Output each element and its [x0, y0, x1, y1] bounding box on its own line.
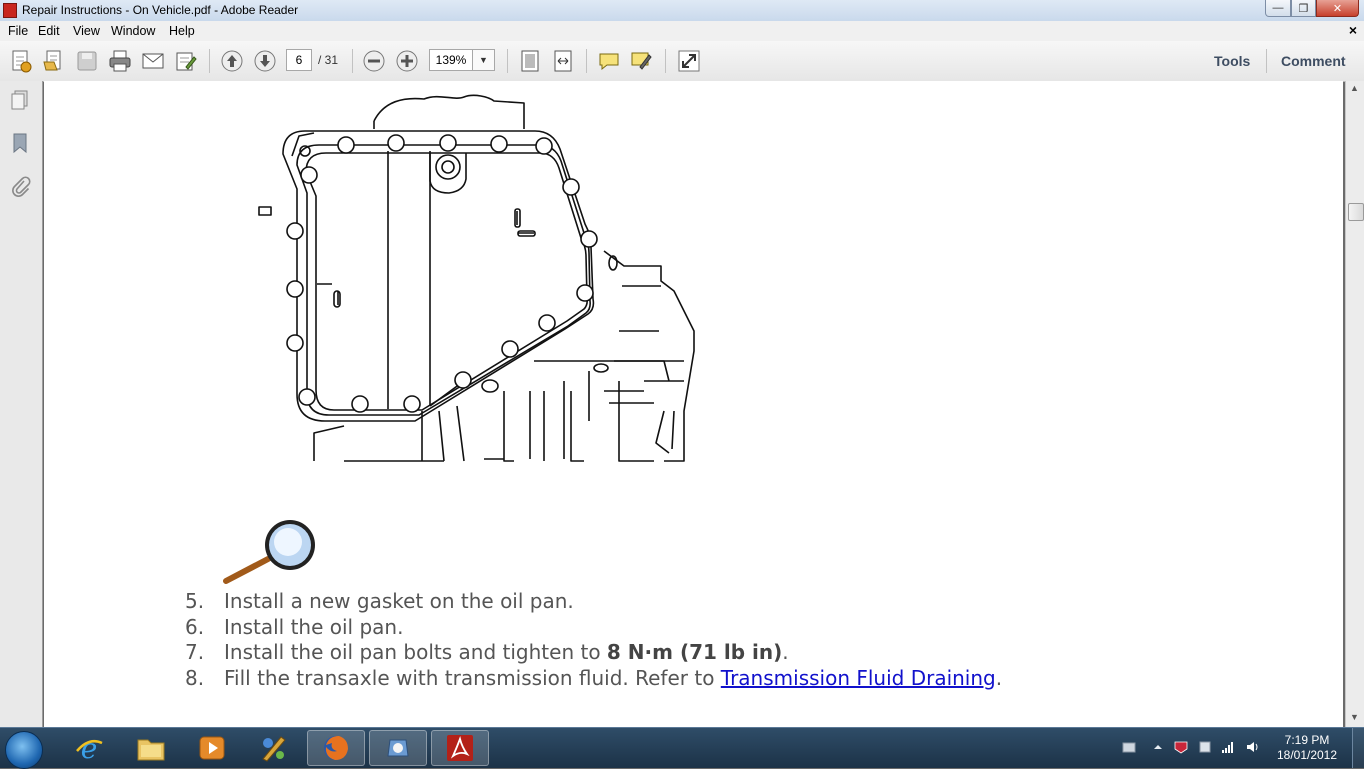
title-bar: Repair Instructions - On Vehicle.pdf - A…: [0, 0, 1364, 22]
minimize-button[interactable]: —: [1265, 0, 1291, 17]
toolbar: 6 / 31 139% ▼ Tools Comment: [0, 41, 1364, 82]
adobe-reader-app-icon: [3, 3, 17, 18]
svg-text:e: e: [81, 733, 98, 763]
previous-page-icon[interactable]: [220, 49, 244, 73]
pages-icon[interactable]: [9, 89, 31, 111]
toolbar-separator: [507, 49, 508, 73]
page-total: / 31: [318, 53, 339, 67]
print-icon[interactable]: [108, 49, 132, 73]
fit-page-icon[interactable]: [518, 49, 542, 73]
close-document-button[interactable]: ×: [1349, 22, 1357, 38]
adobe-reader-icon[interactable]: [431, 730, 489, 766]
create-pdf-icon[interactable]: [9, 49, 33, 73]
taskbar: e 7:19 PM 18/01/2012: [0, 727, 1364, 769]
open-icon[interactable]: [42, 49, 66, 73]
sign-icon[interactable]: [174, 49, 198, 73]
menu-edit[interactable]: Edit: [38, 24, 60, 38]
full-screen-icon[interactable]: [677, 49, 701, 73]
instruction-steps: 5. Install a new gasket on the oil pan. …: [185, 589, 1002, 691]
clock-date: 18/01/2012: [1276, 748, 1338, 762]
menu-bar: File Edit View Window Help ×: [0, 21, 1364, 41]
magnifying-glass-icon: [223, 520, 315, 584]
maximize-button[interactable]: ❐: [1291, 0, 1316, 17]
step-8: 8. Fill the transaxle with transmission …: [185, 666, 1002, 692]
step-text: Fill the transaxle with transmission flu…: [224, 665, 721, 690]
show-desktop-button[interactable]: [1352, 728, 1364, 768]
tools-pane-button[interactable]: Tools: [1214, 53, 1250, 69]
network-device-icon[interactable]: [1198, 740, 1212, 754]
start-icon[interactable]: [5, 731, 43, 769]
volume-icon[interactable]: [1246, 740, 1260, 754]
fit-width-icon[interactable]: [551, 49, 575, 73]
transmission-fluid-draining-link[interactable]: Transmission Fluid Draining: [721, 666, 996, 692]
system-clock[interactable]: 7:19 PM 18/01/2012: [1276, 733, 1338, 763]
keyboard-icon[interactable]: [1122, 740, 1136, 754]
step-number: 7.: [185, 640, 205, 664]
toolbar-separator: [665, 49, 666, 73]
sticky-note-icon[interactable]: [597, 49, 621, 73]
scroll-up-button[interactable]: ▲: [1350, 83, 1359, 93]
comment-pane-button[interactable]: Comment: [1281, 53, 1346, 69]
step-number: 5.: [185, 589, 205, 613]
close-button[interactable]: ✕: [1316, 0, 1359, 17]
page-number-input[interactable]: 6: [286, 49, 312, 71]
show-hidden-icons-icon[interactable]: [1151, 740, 1165, 754]
window-controls: — ❐ ✕: [1265, 0, 1359, 18]
app-icon[interactable]: [369, 730, 427, 766]
email-icon[interactable]: [141, 49, 165, 73]
toolbar-separator: [1266, 49, 1267, 73]
zoom-in-icon[interactable]: [395, 49, 419, 73]
step-7: 7. Install the oil pan bolts and tighten…: [185, 640, 1002, 666]
paint-icon[interactable]: [245, 730, 303, 766]
attachments-icon[interactable]: [9, 175, 31, 197]
menu-file[interactable]: File: [8, 24, 28, 38]
step-number: 6.: [185, 614, 205, 639]
torque-spec: 8 N·m (71 lb in): [606, 640, 783, 664]
window-title: Repair Instructions - On Vehicle.pdf - A…: [22, 3, 299, 17]
scroll-down-button[interactable]: ▼: [1350, 712, 1359, 722]
bookmarks-icon[interactable]: [9, 132, 31, 154]
step-number: 8.: [185, 665, 205, 690]
step-5: 5. Install a new gasket on the oil pan.: [185, 589, 1002, 615]
zoom-dropdown-button[interactable]: ▼: [473, 49, 495, 71]
zoom-input[interactable]: 139%: [429, 49, 473, 71]
antivirus-icon[interactable]: [1174, 740, 1188, 754]
step-text: Install the oil pan.: [224, 614, 404, 639]
step-text: Install a new gasket on the oil pan.: [224, 589, 574, 613]
step-text-end: .: [995, 665, 1003, 690]
next-page-icon[interactable]: [253, 49, 277, 73]
zoom-out-icon[interactable]: [362, 49, 386, 73]
document-page: 5. Install a new gasket on the oil pan. …: [44, 81, 1343, 727]
highlight-icon[interactable]: [630, 49, 654, 73]
save-icon[interactable]: [75, 49, 99, 73]
menu-help[interactable]: Help: [169, 24, 195, 38]
toolbar-separator: [586, 49, 587, 73]
network-signal-icon[interactable]: [1221, 740, 1235, 754]
internet-explorer-icon[interactable]: e: [60, 730, 118, 766]
scrollbar-thumb[interactable]: [1348, 203, 1364, 221]
vertical-scrollbar[interactable]: ▲ ▼: [1345, 81, 1364, 727]
step-text-end: .: [782, 640, 789, 664]
file-explorer-icon[interactable]: [122, 730, 180, 766]
navigation-pane: [0, 81, 43, 727]
toolbar-separator: [209, 49, 210, 73]
step-text: Install the oil pan bolts and tighten to: [224, 640, 607, 664]
firefox-icon[interactable]: [307, 730, 365, 766]
media-player-icon[interactable]: [183, 730, 241, 766]
toolbar-separator: [352, 49, 353, 73]
clock-time: 7:19 PM: [1284, 733, 1330, 747]
menu-view[interactable]: View: [73, 24, 100, 38]
oil-pan-diagram: [223, 94, 695, 584]
menu-window[interactable]: Window: [111, 24, 155, 38]
step-6: 6. Install the oil pan.: [185, 615, 1002, 641]
